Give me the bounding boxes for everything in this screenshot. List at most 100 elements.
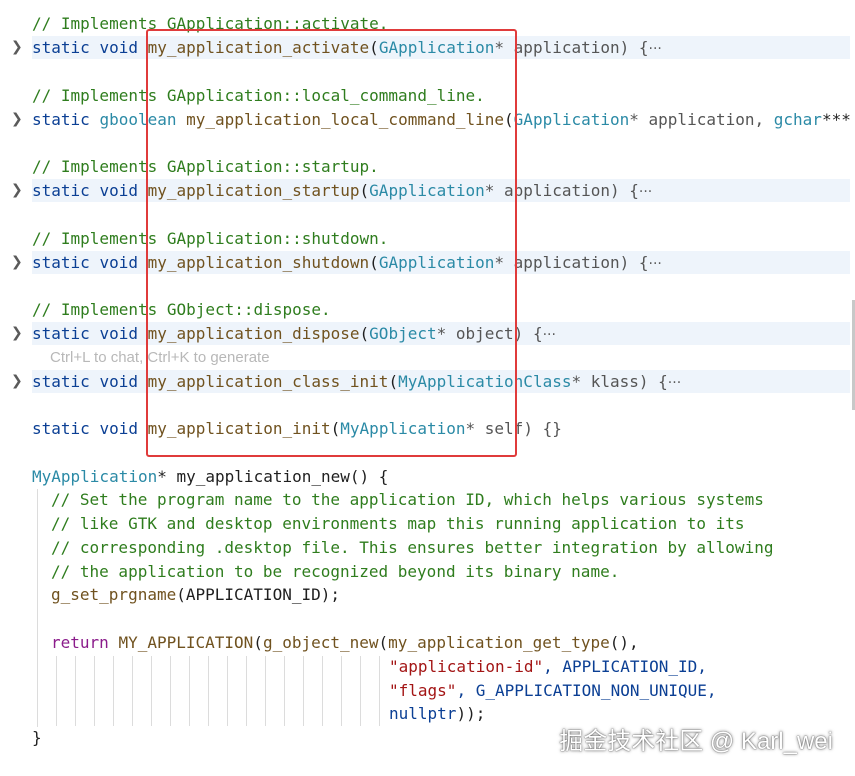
code-line: static void my_application_init(MyApplic… — [0, 417, 855, 440]
function-declaration: static void my_application_init(MyApplic… — [32, 417, 562, 440]
code-line: ❯ static void my_application_startup(GAp… — [0, 179, 855, 202]
return-type: void — [99, 324, 138, 343]
params: * object) { — [436, 324, 543, 343]
function-declaration: static void my_application_activate(GApp… — [32, 36, 662, 61]
code-line: // Implements GApplication::shutdown. — [0, 227, 855, 250]
paren: ( — [378, 633, 389, 652]
statement: return MY_APPLICATION(g_object_new(my_ap… — [51, 631, 639, 654]
keyword: static — [32, 253, 90, 272]
return-type: void — [99, 181, 138, 200]
param-type: GApplication — [378, 253, 495, 272]
function-name: my_application_startup — [147, 181, 360, 200]
return-keyword: return — [51, 633, 109, 652]
function-declaration: static void my_application_dispose(GObje… — [32, 322, 556, 347]
paren: ( — [359, 324, 370, 343]
chevron-right-icon[interactable]: ❯ — [11, 323, 27, 343]
args: (APPLICATION_ID); — [176, 585, 340, 604]
comment: // Implements GObject::dispose. — [32, 300, 331, 319]
comment: // the application to be recognized beyo… — [51, 562, 620, 581]
argument: "flags", G_APPLICATION_NON_UNIQUE, — [389, 679, 717, 702]
param-type: GApplication — [513, 110, 630, 129]
function-declaration: static gboolean my_application_local_com… — [32, 108, 851, 131]
params: * self) {} — [465, 419, 562, 438]
macro: , G_APPLICATION_NON_UNIQUE, — [456, 681, 717, 700]
params: * application) { — [484, 181, 639, 200]
code-line: return MY_APPLICATION(g_object_new(my_ap… — [0, 631, 855, 654]
paren: ( — [359, 181, 370, 200]
paren: ( — [253, 633, 263, 652]
comment: // corresponding .desktop file. This ens… — [51, 538, 774, 557]
code-line: // Implements GObject::dispose. — [0, 298, 855, 321]
function-declaration: static void my_application_shutdown(GApp… — [32, 251, 662, 276]
return-type: void — [99, 372, 138, 391]
paren: ( — [369, 38, 379, 57]
folded-ellipsis[interactable]: ··· — [543, 327, 556, 343]
code-line: // Implements GApplication::startup. — [0, 155, 855, 178]
signature: * my_application_new() { — [157, 467, 389, 486]
function-declaration: static void my_application_class_init(My… — [32, 370, 681, 395]
keyword: static — [32, 419, 90, 438]
chevron-right-icon[interactable]: ❯ — [11, 180, 27, 200]
code-line: // like GTK and desktop environments map… — [0, 512, 855, 535]
paren: ( — [504, 110, 514, 129]
return-type: void — [99, 419, 138, 438]
function-call: g_set_prgname — [51, 585, 177, 604]
keyword: static — [32, 372, 90, 391]
folded-ellipsis[interactable]: ··· — [649, 256, 662, 272]
function-name: my_application_activate — [147, 38, 370, 57]
string-literal: "flags" — [389, 681, 457, 700]
code-line: "flags", G_APPLICATION_NON_UNIQUE, — [0, 679, 855, 702]
code-line: ❯ static void my_application_class_init(… — [0, 370, 855, 393]
params: * application) { — [494, 253, 649, 272]
param-type: MyApplicationClass — [398, 372, 572, 391]
macro: , APPLICATION_ID, — [543, 657, 707, 676]
code-line: g_set_prgname(APPLICATION_ID); — [0, 583, 855, 606]
params: *** — [821, 110, 851, 129]
param-type: GApplication — [378, 38, 495, 57]
param-type: MyApplication — [340, 419, 466, 438]
params: * application, — [629, 110, 774, 129]
code-line: // the application to be recognized beyo… — [0, 560, 855, 583]
folded-ellipsis[interactable]: ··· — [639, 184, 652, 200]
watermark: 掘金技术社区 @ Karl_wei — [559, 728, 833, 755]
param-type: gchar — [773, 110, 822, 129]
code-line: ❯ static void my_application_shutdown(GA… — [0, 251, 855, 274]
code-line: // Set the program name to the applicati… — [0, 488, 855, 511]
function-name: my_application_shutdown — [147, 253, 370, 272]
ai-prompt-hint[interactable]: Ctrl+L to chat, Ctrl+K to generate — [50, 349, 270, 366]
chevron-right-icon[interactable]: ❯ — [11, 109, 27, 129]
comment: // Implements GApplication::startup. — [32, 157, 379, 176]
function-name: my_application_dispose — [147, 324, 360, 343]
statement: g_set_prgname(APPLICATION_ID); — [51, 583, 340, 606]
code-line: ❯ static void my_application_activate(GA… — [0, 36, 855, 59]
function-declaration: static void my_application_startup(GAppl… — [32, 179, 652, 204]
paren: ( — [388, 372, 399, 391]
code-line: // Implements GApplication::activate. — [0, 12, 855, 35]
paren: ( — [330, 419, 341, 438]
function-call: my_application_get_type — [388, 633, 610, 652]
param-type: GApplication — [369, 181, 485, 200]
function-name: my_application_init — [147, 419, 331, 438]
chevron-right-icon[interactable]: ❯ — [11, 371, 27, 391]
args: (), — [609, 633, 639, 652]
string-literal: "application-id" — [389, 657, 544, 676]
paren: ( — [369, 253, 379, 272]
comment: // like GTK and desktop environments map… — [51, 514, 745, 533]
code-line: // Implements GApplication::local_comman… — [0, 84, 855, 107]
folded-ellipsis[interactable]: ··· — [668, 375, 681, 391]
return-type: MyApplication — [32, 467, 158, 486]
chevron-right-icon[interactable]: ❯ — [11, 37, 27, 57]
closing-brace: } — [32, 728, 42, 747]
comment: // Implements GApplication::local_comman… — [32, 86, 485, 105]
function-declaration: MyApplication* my_application_new() { — [32, 465, 388, 488]
return-type: gboolean — [99, 110, 177, 129]
code-line: MyApplication* my_application_new() { — [0, 465, 855, 488]
function-call: g_object_new — [262, 633, 379, 652]
keyword: static — [32, 181, 90, 200]
folded-ellipsis[interactable]: ··· — [649, 41, 662, 57]
keyword: nullptr — [389, 704, 457, 723]
keyword: static — [32, 324, 90, 343]
return-type: void — [99, 38, 138, 57]
chevron-right-icon[interactable]: ❯ — [11, 252, 27, 272]
code-line: ❯ static void my_application_dispose(GOb… — [0, 322, 855, 345]
